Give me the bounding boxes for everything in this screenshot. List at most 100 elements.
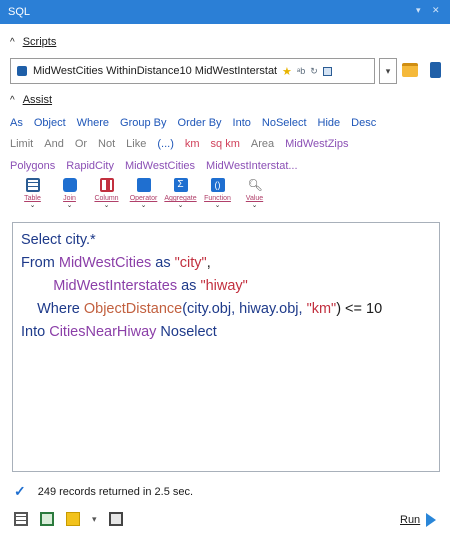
sql-text: ) <= 10 bbox=[336, 301, 383, 317]
scripts-dropdown-button[interactable]: ▾ bbox=[379, 58, 397, 84]
rename-icon[interactable]: ᵃb bbox=[297, 66, 305, 76]
sql-keyword: From bbox=[21, 255, 55, 271]
checkmark-icon: ✓ bbox=[14, 483, 26, 499]
sql-keyword: as bbox=[177, 278, 201, 294]
assist-table[interactable]: MidWestCities bbox=[125, 160, 195, 172]
chart-view-icon[interactable] bbox=[40, 512, 54, 526]
assist-keyword[interactable]: (...) bbox=[157, 138, 174, 150]
tool-label: Value bbox=[245, 195, 264, 202]
window-title: SQL bbox=[8, 6, 31, 18]
sql-text: (city.obj, hiway.obj, bbox=[182, 301, 307, 317]
sql-keyword: Where bbox=[37, 301, 80, 317]
chevron-down-icon: ⌄ bbox=[66, 202, 73, 209]
save-icon[interactable] bbox=[322, 66, 332, 76]
scripts-row: MidWestCities WithinDistance10 MidWestIn… bbox=[10, 58, 450, 84]
sql-keyword: Into bbox=[21, 324, 46, 340]
assist-unit[interactable]: sq km bbox=[211, 138, 240, 150]
assist-keyword[interactable]: Object bbox=[34, 117, 66, 129]
tool-label: Column bbox=[94, 195, 119, 202]
assist-keyword[interactable]: Order By bbox=[178, 117, 222, 129]
sql-editor[interactable]: Select city.* From MidWestCities as "cit… bbox=[12, 222, 440, 472]
tool-aggregate[interactable]: Σ Aggregate ⌄ bbox=[162, 178, 199, 209]
assist-keyword[interactable]: Where bbox=[77, 117, 109, 129]
close-icon[interactable]: ✕ bbox=[432, 6, 440, 15]
tool-label: Table bbox=[24, 195, 41, 202]
scripts-combobox[interactable]: MidWestCities WithinDistance10 MidWestIn… bbox=[10, 58, 375, 84]
assist-keyword[interactable]: Desc bbox=[351, 117, 376, 129]
tool-operator[interactable]: Operator ⌄ bbox=[125, 178, 162, 209]
refresh-icon[interactable]: ↻ bbox=[310, 66, 318, 77]
assist-keyword[interactable]: Group By bbox=[120, 117, 166, 129]
collapse-caret-icon[interactable]: ^ bbox=[10, 95, 15, 106]
layer-icon[interactable] bbox=[66, 512, 80, 526]
assist-keyword[interactable]: Into bbox=[233, 117, 251, 129]
sql-line-5: Into CitiesNearHiway Noselect bbox=[21, 321, 431, 344]
assist-table[interactable]: MidWestZips bbox=[285, 138, 348, 150]
sql-text: , bbox=[206, 255, 211, 271]
selected-script-name: MidWestCities WithinDistance10 MidWestIn… bbox=[33, 65, 278, 77]
play-icon bbox=[426, 513, 437, 527]
sql-table: CitiesNearHiway bbox=[45, 324, 157, 340]
script-doc-icon bbox=[17, 66, 27, 76]
sql-text: city.* bbox=[61, 232, 96, 248]
chevron-down-icon: ⌄ bbox=[103, 202, 110, 209]
assist-keyword[interactable]: Area bbox=[251, 138, 274, 150]
tool-column[interactable]: Column ⌄ bbox=[88, 178, 125, 209]
assist-label: Assist bbox=[22, 94, 53, 106]
sql-keyword: Select bbox=[21, 232, 62, 248]
sql-line-1: Select city.* bbox=[21, 229, 431, 252]
assist-keyword[interactable]: As bbox=[10, 117, 23, 129]
assist-keyword[interactable]: Hide bbox=[318, 117, 341, 129]
sql-indent bbox=[21, 301, 37, 317]
dropdown-arrow-icon[interactable]: ▾ bbox=[92, 514, 97, 525]
run-button[interactable]: Run bbox=[400, 513, 437, 527]
assist-keyword[interactable]: And bbox=[44, 138, 64, 150]
sql-line-3: MidWestInterstates as "hiway" bbox=[21, 275, 431, 298]
assist-unit[interactable]: km bbox=[185, 138, 200, 150]
assist-keyword[interactable]: Not bbox=[98, 138, 115, 150]
tool-label: Function bbox=[204, 195, 231, 202]
sql-line-4: Where ObjectDistance(city.obj, hiway.obj… bbox=[21, 298, 431, 321]
join-icon bbox=[62, 178, 77, 192]
tool-function[interactable]: () Function ⌄ bbox=[199, 178, 236, 209]
status-bar: ✓ 249 records returned in 2.5 sec. bbox=[14, 483, 193, 500]
sql-line-2: From MidWestCities as "city", bbox=[21, 252, 431, 275]
open-folder-icon[interactable] bbox=[402, 63, 418, 77]
run-label: Run bbox=[400, 514, 421, 526]
assist-table[interactable]: RapidCity bbox=[66, 160, 114, 172]
favorite-star-icon[interactable]: ★ bbox=[282, 65, 292, 78]
operator-icon bbox=[136, 178, 151, 192]
tool-value[interactable]: 🔍︎ Value ⌄ bbox=[236, 178, 273, 209]
assist-keyword[interactable]: Like bbox=[126, 138, 146, 150]
chevron-down-icon: ⌄ bbox=[214, 202, 221, 209]
chevron-down-icon: ⌄ bbox=[29, 202, 36, 209]
tool-join[interactable]: Join ⌄ bbox=[51, 178, 88, 209]
chevron-down-icon: ⌄ bbox=[251, 202, 258, 209]
sql-keyword: Noselect bbox=[156, 324, 217, 340]
tool-label: Operator bbox=[129, 195, 158, 202]
sql-table: MidWestCities bbox=[54, 255, 152, 271]
sql-string: "km" bbox=[306, 301, 337, 317]
assist-table[interactable]: Polygons bbox=[10, 160, 55, 172]
bottom-toolbar: ▾ bbox=[14, 512, 123, 526]
assist-keyword[interactable]: NoSelect bbox=[262, 117, 307, 129]
chevron-down-icon: ⌄ bbox=[177, 202, 184, 209]
tool-table[interactable]: Table ⌄ bbox=[14, 178, 51, 209]
tool-label: Aggregate bbox=[164, 195, 197, 202]
table-view-icon[interactable] bbox=[14, 512, 28, 526]
copy-icon[interactable] bbox=[108, 512, 123, 526]
assist-tables-row: Polygons RapidCity MidWestCities MidWest… bbox=[10, 160, 309, 172]
scripts-section-header[interactable]: ^ Scripts bbox=[10, 36, 56, 48]
database-icon[interactable] bbox=[430, 62, 441, 78]
column-icon bbox=[99, 178, 114, 192]
assist-keywords-row-2: Limit And Or Not Like (...) km sq km Are… bbox=[10, 138, 360, 150]
table-icon bbox=[25, 178, 40, 192]
assist-keyword[interactable]: Limit bbox=[10, 138, 33, 150]
value-icon: 🔍︎ bbox=[247, 178, 263, 192]
assist-keyword[interactable]: Or bbox=[75, 138, 87, 150]
assist-section-header[interactable]: ^ Assist bbox=[10, 94, 52, 106]
dropdown-icon[interactable]: ▾ bbox=[416, 6, 424, 15]
assist-table[interactable]: MidWestInterstat... bbox=[206, 160, 298, 172]
assist-keywords-row-1: As Object Where Group By Order By Into N… bbox=[10, 117, 387, 129]
collapse-caret-icon[interactable]: ^ bbox=[10, 37, 15, 48]
